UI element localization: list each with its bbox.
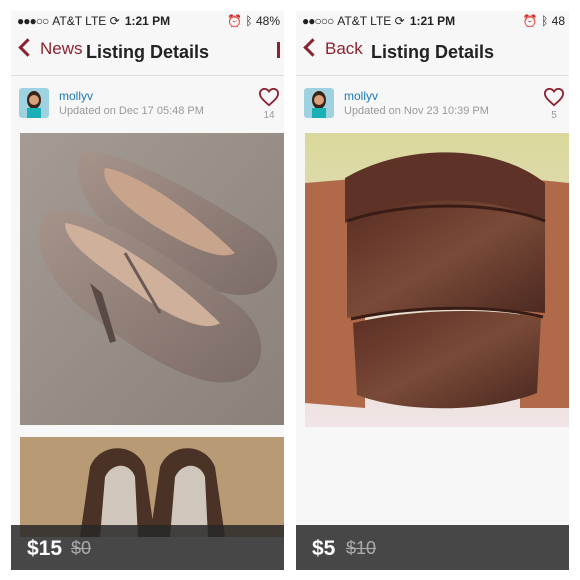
price-bar: $5 $10: [296, 525, 569, 570]
like-count: 5: [551, 110, 557, 121]
updated-timestamp: Updated on Nov 23 10:39 PM: [344, 105, 489, 117]
bluetooth-icon: ᛒ: [245, 14, 253, 28]
original-price: $10: [346, 538, 377, 558]
battery-label: 48%: [255, 14, 280, 28]
listing-photo[interactable]: [20, 437, 284, 537]
more-button[interactable]: [277, 42, 284, 58]
like-count: 14: [263, 110, 275, 121]
updated-timestamp: Updated on Dec 17 05:48 PM: [59, 105, 204, 117]
listing-screen-right: ●●○○○ AT&T LTE ⟳ 1:21 PM ⏰ ᛒ 48 Back List…: [296, 11, 569, 570]
alarm-icon: ⏰: [227, 14, 243, 28]
heart-icon: [543, 87, 565, 107]
listing-photo[interactable]: [305, 133, 569, 427]
seller-username[interactable]: mollyv: [59, 89, 93, 103]
like-button[interactable]: 14: [256, 87, 282, 121]
seller-row: mollyv Updated on Nov 23 10:39 PM 5: [296, 76, 569, 134]
bluetooth-icon: ᛒ: [541, 14, 549, 28]
page-title: Listing Details: [85, 42, 210, 62]
status-bar: ●●○○○ AT&T LTE ⟳ 1:21 PM ⏰ ᛒ 48: [296, 11, 569, 31]
listing-screen-left: ●●●○○ AT&T LTE ⟳ 1:21 PM ⏰ ᛒ 48% News Lis…: [11, 11, 284, 570]
avatar[interactable]: [19, 88, 49, 118]
avatar[interactable]: [304, 88, 334, 118]
heart-icon: [258, 87, 280, 107]
seller-row: mollyv Updated on Dec 17 05:48 PM 14: [11, 76, 284, 134]
page-title: Listing Details: [370, 42, 495, 62]
status-bar: ●●●○○ AT&T LTE ⟳ 1:21 PM ⏰ ᛒ 48%: [11, 11, 284, 31]
seller-username[interactable]: mollyv: [344, 89, 378, 103]
listing-photo[interactable]: [20, 133, 284, 425]
price-bar: $15 $0: [11, 525, 284, 570]
alarm-icon: ⏰: [522, 14, 538, 28]
nav-bar: Back Listing Details: [296, 31, 569, 76]
price: $5: [312, 537, 336, 560]
like-button[interactable]: 5: [541, 87, 567, 121]
price: $15: [27, 537, 63, 560]
nav-bar: News Listing Details: [11, 31, 284, 76]
original-price: $0: [71, 538, 92, 558]
battery-label: 48: [551, 14, 565, 28]
